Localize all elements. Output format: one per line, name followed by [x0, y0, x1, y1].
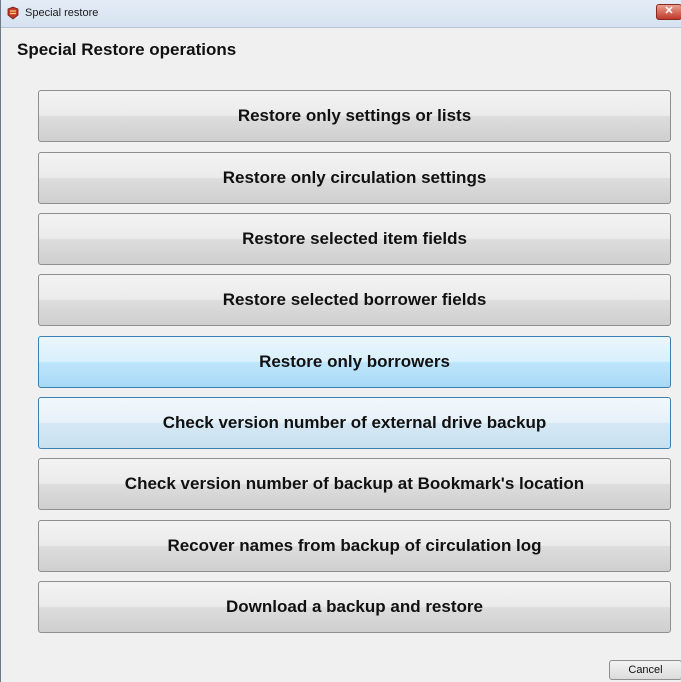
check-external-drive-backup-version-button[interactable]: Check version number of external drive b… — [38, 397, 671, 449]
check-bookmark-location-backup-version-button[interactable]: Check version number of backup at Bookma… — [38, 458, 671, 510]
dialog-heading: Special Restore operations — [17, 40, 237, 59]
restore-only-borrowers-button[interactable]: Restore only borrowers — [38, 336, 671, 388]
cancel-button[interactable]: Cancel — [609, 660, 681, 680]
app-icon — [7, 6, 19, 20]
title-bar[interactable]: Special restore ✕ — [1, 0, 681, 28]
close-button[interactable]: ✕ — [656, 4, 681, 20]
window-title: Special restore — [25, 7, 99, 19]
restore-selected-item-fields-button[interactable]: Restore selected item fields — [38, 213, 671, 265]
restore-selected-borrower-fields-button[interactable]: Restore selected borrower fields — [38, 274, 671, 326]
dialog-window: Special restore ✕ Special Restore operat… — [0, 0, 681, 682]
restore-circulation-settings-button[interactable]: Restore only circulation settings — [38, 152, 671, 204]
recover-names-from-circulation-log-button[interactable]: Recover names from backup of circulation… — [38, 520, 671, 572]
restore-settings-or-lists-button[interactable]: Restore only settings or lists — [38, 90, 671, 142]
download-backup-and-restore-button[interactable]: Download a backup and restore — [38, 581, 671, 633]
